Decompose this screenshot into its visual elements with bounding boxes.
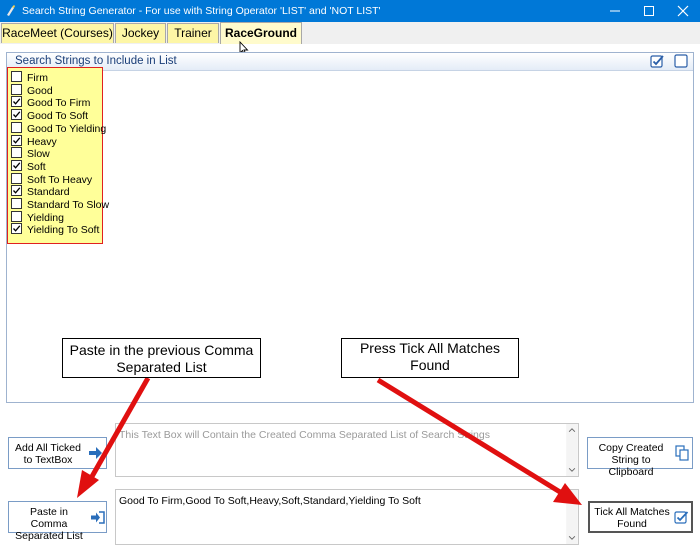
arrow-to-paste-button	[87, 376, 151, 482]
callout-tick: Press Tick All Matches Found	[341, 338, 519, 378]
arrow-head-tick	[553, 483, 582, 505]
callout-paste: Paste in the previous Comma Separated Li…	[62, 338, 261, 378]
arrow-to-tick-button	[376, 377, 562, 495]
annotation-arrows	[77, 376, 582, 505]
